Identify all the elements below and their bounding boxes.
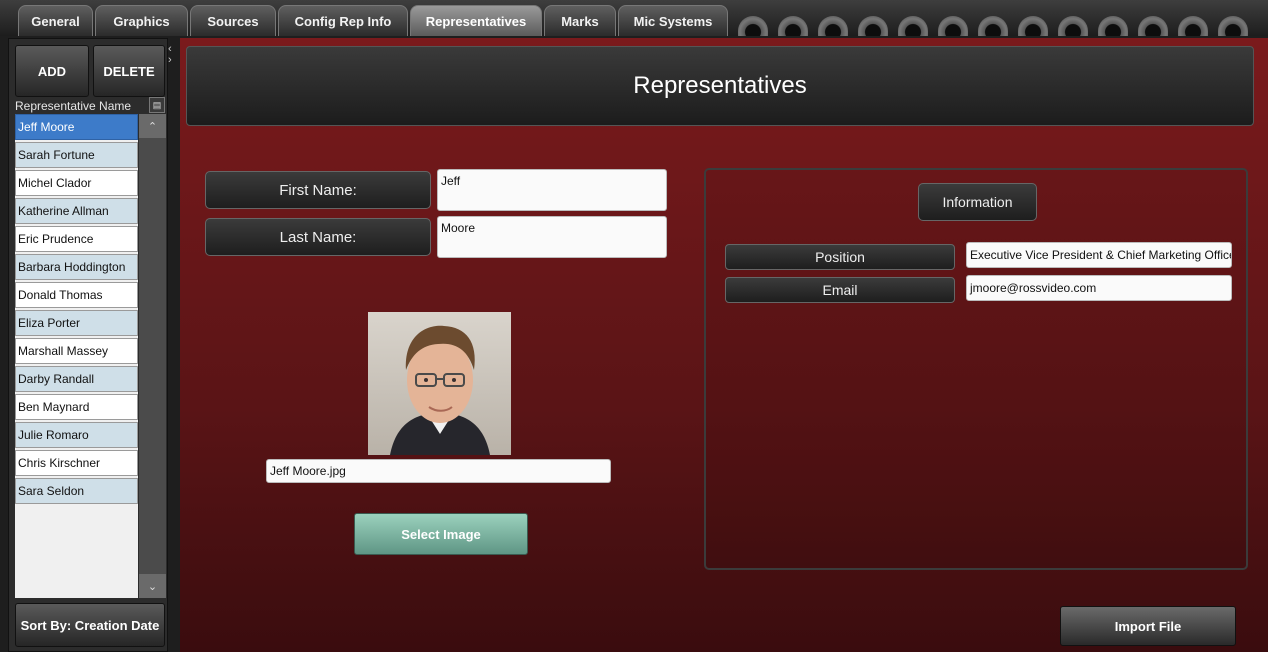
decoration-shape xyxy=(1138,16,1168,36)
page-title: Representatives xyxy=(186,46,1254,126)
information-panel: Information Position Executive Vice Pres… xyxy=(704,168,1248,570)
list-item[interactable]: Darby Randall xyxy=(15,366,138,392)
decoration-shape xyxy=(1098,16,1128,36)
position-label: Position xyxy=(725,244,955,270)
first-name-label: First Name: xyxy=(205,171,431,209)
decoration-shape xyxy=(738,16,768,36)
select-image-button[interactable]: Select Image xyxy=(354,513,528,555)
tab-mic-systems[interactable]: Mic Systems xyxy=(618,5,728,36)
collapse-panel-icon[interactable]: ‹ › xyxy=(168,44,178,68)
decoration-shape xyxy=(978,16,1008,36)
list-item[interactable]: Sara Seldon xyxy=(15,478,138,504)
tab-bar-decoration xyxy=(730,4,1268,36)
column-chooser-icon[interactable]: ▤ xyxy=(149,97,165,113)
decoration-shape xyxy=(1178,16,1208,36)
list-header[interactable]: Representative Name ▤ xyxy=(15,97,167,115)
decoration-shape xyxy=(858,16,888,36)
sort-button[interactable]: Sort By: Creation Date xyxy=(15,603,165,647)
representative-list-panel: ADD DELETE Representative Name ▤ Jeff Mo… xyxy=(8,38,168,652)
decoration-shape xyxy=(898,16,928,36)
first-name-field[interactable]: Jeff xyxy=(437,169,667,211)
decoration-shape xyxy=(1018,16,1048,36)
representative-list[interactable]: Jeff Moore Sarah Fortune Michel Clador Kath… xyxy=(15,114,138,598)
tab-graphics[interactable]: Graphics xyxy=(95,5,188,36)
list-item[interactable]: Julie Romaro xyxy=(15,422,138,448)
list-scrollbar[interactable]: ⌃ ⌄ xyxy=(139,114,166,598)
decoration-shape xyxy=(1218,16,1248,36)
tab-general[interactable]: General xyxy=(18,5,93,36)
tab-config-rep-info[interactable]: Config Rep Info xyxy=(278,5,408,36)
tab-representatives[interactable]: Representatives xyxy=(410,5,542,36)
representative-photo xyxy=(368,312,511,455)
list-item[interactable]: Michel Clador xyxy=(15,170,138,196)
list-item[interactable]: Donald Thomas xyxy=(15,282,138,308)
decoration-shape xyxy=(938,16,968,36)
scroll-up-icon[interactable]: ⌃ xyxy=(139,114,166,138)
list-item[interactable]: Eliza Porter xyxy=(15,310,138,336)
tab-bar: General Graphics Sources Config Rep Info… xyxy=(0,0,1268,36)
list-item[interactable]: Marshall Massey xyxy=(15,338,138,364)
delete-button[interactable]: DELETE xyxy=(93,45,165,97)
list-item[interactable]: Barbara Hoddington xyxy=(15,254,138,280)
position-field[interactable]: Executive Vice President & Chief Marketi… xyxy=(966,242,1232,268)
main-content: Representatives First Name: Jeff Last Na… xyxy=(180,38,1268,652)
tab-sources[interactable]: Sources xyxy=(190,5,276,36)
decoration-shape xyxy=(1058,16,1088,36)
list-item[interactable]: Chris Kirschner xyxy=(15,450,138,476)
add-button[interactable]: ADD xyxy=(15,45,89,97)
list-item[interactable]: Sarah Fortune xyxy=(15,142,138,168)
last-name-field[interactable]: Moore xyxy=(437,216,667,258)
scroll-down-icon[interactable]: ⌄ xyxy=(139,574,166,598)
list-item[interactable]: Ben Maynard xyxy=(15,394,138,420)
import-file-button[interactable]: Import File xyxy=(1060,606,1236,646)
image-filename-field[interactable]: Jeff Moore.jpg xyxy=(266,459,611,483)
last-name-label: Last Name: xyxy=(205,218,431,256)
email-label: Email xyxy=(725,277,955,303)
list-item[interactable]: Jeff Moore xyxy=(15,114,138,140)
email-field[interactable]: jmoore@rossvideo.com xyxy=(966,275,1232,301)
decoration-shape xyxy=(818,16,848,36)
list-item[interactable]: Eric Prudence xyxy=(15,226,138,252)
decoration-shape xyxy=(778,16,808,36)
tab-marks[interactable]: Marks xyxy=(544,5,616,36)
information-title: Information xyxy=(918,183,1037,221)
list-header-label: Representative Name xyxy=(15,99,132,113)
list-item[interactable]: Katherine Allman xyxy=(15,198,138,224)
